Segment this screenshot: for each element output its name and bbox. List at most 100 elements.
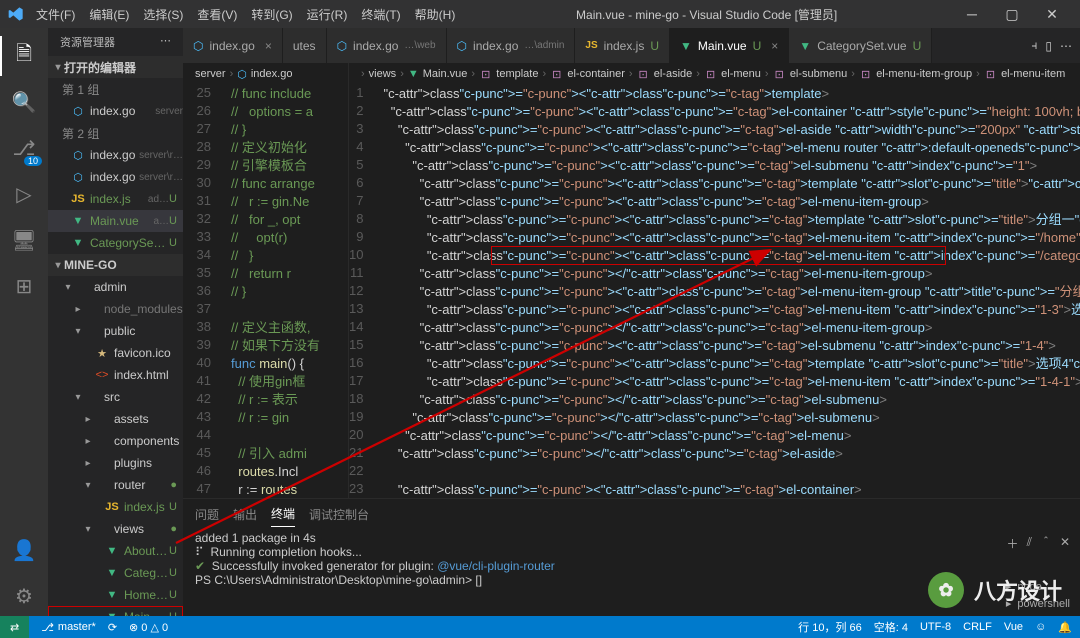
toggle-layout-icon[interactable]: ▯ [1045, 39, 1052, 53]
breadcrumb-left[interactable]: server›⬡index.go [183, 63, 348, 85]
terminal-line: ⠏ Running completion hooks... [195, 545, 1068, 559]
menu-item[interactable]: 文件(F) [30, 2, 81, 27]
minimize-icon[interactable]: ─ [952, 0, 992, 28]
js-icon: JS [70, 193, 86, 205]
feedback-icon[interactable]: ☺ [1035, 619, 1046, 635]
tab-close-icon[interactable]: × [771, 39, 778, 53]
panel-tab[interactable]: 输出 [233, 502, 257, 527]
cursor-position[interactable]: 行 10，列 66 [798, 619, 862, 635]
open-editor-item[interactable]: ⬡index.go server\r… [48, 166, 183, 188]
encoding-status[interactable]: UTF-8 [920, 619, 951, 635]
tree-item[interactable]: ▾▸public [48, 320, 183, 342]
tree-item[interactable]: ★favicon.ico [48, 342, 183, 364]
tree-item[interactable]: JSindex.jsU [48, 496, 183, 518]
problems-status[interactable]: ⊗ 0 △ 0 [129, 621, 168, 634]
terminal-maximize-icon[interactable]: ＾ [1040, 535, 1052, 552]
open-editor-item[interactable]: ▼Main.vue a…U [48, 210, 183, 232]
open-editor-item[interactable]: ⬡index.go server\r… [48, 144, 183, 166]
terminal-line: ✔ Successfully invoked generator for plu… [195, 559, 1068, 573]
indentation-status[interactable]: 空格: 4 [874, 619, 908, 635]
breadcrumb-segment[interactable]: views [369, 68, 397, 80]
editor-tab[interactable]: ▼CategorySet.vueU [789, 28, 932, 63]
notifications-icon[interactable]: 🔔 [1058, 619, 1072, 635]
tree-item[interactable]: ▸components [48, 430, 183, 452]
open-editor-item[interactable]: ⬡index.go server [48, 100, 183, 122]
menu-item[interactable]: 选择(S) [137, 2, 189, 27]
breadcrumb-segment[interactable]: el-aside [654, 68, 693, 80]
editor-tab[interactable]: ⬡index.go× [183, 28, 283, 63]
editor-tab[interactable]: ▼Main.vueU× [670, 28, 789, 63]
star-icon: ★ [94, 347, 110, 360]
editor-tab[interactable]: utes [283, 28, 327, 63]
breadcrumb-segment[interactable]: el-menu-item-group [876, 68, 972, 80]
search-icon[interactable]: 🔍 [0, 82, 48, 122]
tree-item[interactable]: ▸node_modules [48, 298, 183, 320]
terminal-close-icon[interactable]: ✕ [1060, 535, 1070, 552]
vue-icon: ▼ [408, 68, 419, 80]
open-editors-section[interactable]: ▾打开的编辑器 [48, 56, 183, 78]
editor-tab[interactable]: JSindex.jsU [575, 28, 670, 63]
terminal-split-icon[interactable]: ⫽ [1027, 535, 1032, 552]
maximize-icon[interactable]: ▢ [992, 0, 1032, 28]
breadcrumb-segment[interactable]: index.go [251, 68, 293, 80]
sidebar-more-icon[interactable]: ⋯ [160, 34, 171, 50]
tree-item[interactable]: ▼About.vueU [48, 540, 183, 562]
menu-item[interactable]: 帮助(H) [409, 2, 462, 27]
wechat-icon: ✿ [928, 572, 964, 608]
breadcrumb-right[interactable]: ›views›▼Main.vue›⊡template›⊡el-container… [349, 63, 1080, 85]
menu-item[interactable]: 编辑(E) [83, 2, 135, 27]
git-branch[interactable]: ⎇ master* [41, 621, 96, 634]
editor-group-1: 第 1 组 [48, 78, 183, 100]
vue-icon: ▼ [104, 545, 120, 557]
close-icon[interactable]: ✕ [1032, 0, 1072, 28]
breadcrumb-segment[interactable]: el-submenu [790, 68, 847, 80]
panel-tab[interactable]: 问题 [195, 502, 219, 527]
account-icon[interactable]: 👤 [0, 530, 48, 570]
remote-indicator[interactable]: ⇄ [0, 616, 29, 638]
breadcrumb-segment[interactable]: el-menu [721, 68, 761, 80]
tree-item[interactable]: ▼Main.vueU [48, 606, 183, 616]
editor-tab[interactable]: ⬡index.go…\web [327, 28, 447, 63]
source-control-icon[interactable]: ⎇10 [0, 128, 48, 168]
menu-item[interactable]: 转到(G) [245, 2, 298, 27]
menu-bar[interactable]: 文件(F)编辑(E)选择(S)查看(V)转到(G)运行(R)终端(T)帮助(H) [30, 2, 461, 27]
eol-status[interactable]: CRLF [963, 619, 992, 635]
open-editor-item[interactable]: ▼CategorySe…U [48, 232, 183, 254]
settings-gear-icon[interactable]: ⚙ [0, 576, 48, 616]
go-icon: ⬡ [70, 105, 86, 118]
more-icon[interactable]: ⋯ [1060, 39, 1072, 53]
panel-tab[interactable]: 调试控制台 [309, 502, 369, 527]
tree-item[interactable]: ▾▸views● [48, 518, 183, 540]
tab-close-icon[interactable]: × [265, 39, 272, 53]
terminal-new-icon[interactable]: ＋ [1007, 535, 1019, 552]
menu-item[interactable]: 查看(V) [191, 2, 243, 27]
breadcrumb-segment[interactable]: template [496, 68, 538, 80]
explorer-icon[interactable]: 🗎 [0, 36, 48, 76]
tree-item[interactable]: ▾▸src [48, 386, 183, 408]
tree-item[interactable]: ▼CategorySet…U [48, 562, 183, 584]
open-editor-item[interactable]: JSindex.js ad…U [48, 188, 183, 210]
breadcrumb-segment[interactable]: el-container [567, 68, 624, 80]
js-icon: JS [585, 40, 597, 51]
breadcrumb-segment[interactable]: server [195, 68, 226, 80]
menu-item[interactable]: 终端(T) [355, 2, 406, 27]
breadcrumb-segment[interactable]: Main.vue [423, 68, 468, 80]
tree-item[interactable]: ▾▸router● [48, 474, 183, 496]
panel-tab[interactable]: 终端 [271, 501, 295, 527]
language-mode[interactable]: Vue [1004, 619, 1023, 635]
tree-item[interactable]: ▸plugins [48, 452, 183, 474]
menu-item[interactable]: 运行(R) [301, 2, 354, 27]
tree-item[interactable]: <>index.html [48, 364, 183, 386]
vue-icon: ▼ [104, 589, 120, 601]
sync-icon[interactable]: ⟳ [108, 621, 117, 634]
editor-tab[interactable]: ⬡index.go…\admin [447, 28, 576, 63]
tree-item[interactable]: ▸assets [48, 408, 183, 430]
split-editor-icon[interactable]: ⫞ [1031, 38, 1037, 53]
extensions-icon[interactable]: ⊞ [0, 266, 48, 306]
tree-item[interactable]: ▾▸admin [48, 276, 183, 298]
remote-explorer-icon[interactable]: 🖥 [0, 220, 48, 260]
breadcrumb-segment[interactable]: el-menu-item [1001, 68, 1065, 80]
tree-item[interactable]: ▼Home.vueU [48, 584, 183, 606]
workspace-section[interactable]: ▾MINE-GO [48, 254, 183, 276]
run-debug-icon[interactable]: ▷ [0, 174, 48, 214]
